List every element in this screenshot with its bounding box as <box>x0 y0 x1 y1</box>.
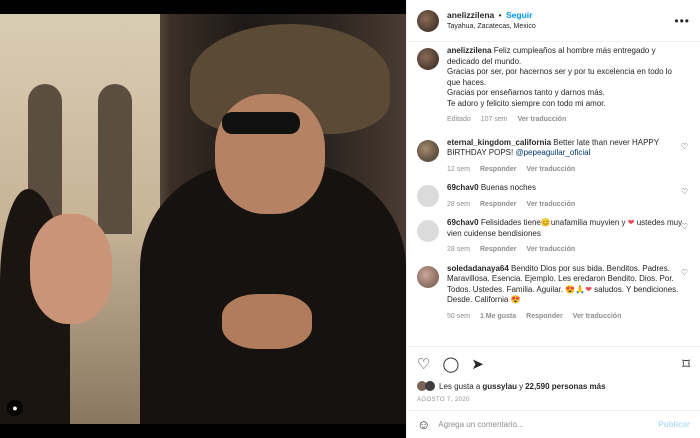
comment-time[interactable]: 12 sem <box>447 165 470 176</box>
like-icon[interactable]: ♡ <box>417 355 430 373</box>
smile-emoji-icon: 😊 <box>540 218 551 227</box>
avatar <box>425 381 435 391</box>
post-username[interactable]: anelizzilena <box>447 10 494 20</box>
comment-time[interactable]: 50 sem <box>447 312 470 323</box>
comment-time[interactable]: 28 sem <box>447 200 470 211</box>
heart-eyes-emoji-icon: 😍🙏 <box>565 284 586 294</box>
emoji-icon[interactable]: ☺ <box>417 417 430 432</box>
comment-username[interactable]: 69chav0 <box>447 218 479 227</box>
avatar[interactable] <box>417 9 439 32</box>
caption: anelizzilena Feliz cumpleaños al hombre … <box>417 46 690 126</box>
reply-button[interactable]: Responder <box>526 312 563 323</box>
red-heart-icon: ❤ <box>627 218 635 227</box>
list-item: eternal_kingdom_california Better late t… <box>417 138 690 176</box>
avatar[interactable] <box>417 220 439 242</box>
caption-line: Gracias por enseñarnos tanto y darnos má… <box>447 88 605 97</box>
reply-button[interactable]: Responder <box>480 165 517 176</box>
comment-input[interactable] <box>438 420 659 429</box>
comment-time[interactable]: 28 sem <box>447 245 470 256</box>
post-location[interactable]: Tayahua, Zacatecas, Mexico <box>447 21 536 33</box>
post-header: anelizzilena • Seguir Tayahua, Zacatecas… <box>407 0 700 42</box>
comment-mention[interactable]: @pepeaguilar_oficial <box>515 148 590 157</box>
avatar[interactable] <box>417 265 439 288</box>
avatar[interactable] <box>417 185 439 207</box>
post-date[interactable]: AGOSTO 7, 2020 <box>407 391 700 403</box>
avatar[interactable] <box>417 48 439 70</box>
list-item: soledadanaya64 Bendito Dios por sus bida… <box>417 264 690 323</box>
comment-username[interactable]: 69chav0 <box>447 183 479 192</box>
comments-list[interactable]: anelizzilena Feliz cumpleaños al hombre … <box>407 42 700 346</box>
list-item: 69chav0 Buenas noches 28 sem Responder V… <box>417 183 690 210</box>
translate-link[interactable]: Ver traducción <box>527 245 576 256</box>
reply-button[interactable]: Responder <box>480 200 517 211</box>
likes-user[interactable]: gussylau <box>482 382 517 391</box>
edited-label: Editado <box>447 116 471 123</box>
comment-icon[interactable]: ◯ <box>442 355 459 373</box>
user-tag-icon[interactable]: ● <box>7 400 23 416</box>
comment-username[interactable]: soledadanaya64 <box>447 264 509 273</box>
likes-count[interactable]: 1 Me gusta <box>480 312 516 323</box>
post-side-panel: anelizzilena • Seguir Tayahua, Zacatecas… <box>406 0 700 438</box>
translate-link[interactable]: Ver traducción <box>518 115 567 126</box>
comment-text: Felisidades tiene <box>480 218 541 227</box>
list-item: 69chav0 Felisidades tiene😊unafamilia muy… <box>417 218 690 256</box>
heart-icon[interactable]: ♡ <box>681 142 688 151</box>
translate-link[interactable]: Ver traducción <box>527 165 576 176</box>
heart-icon[interactable]: ♡ <box>681 222 688 231</box>
heart-icon[interactable]: ♡ <box>681 187 688 196</box>
more-icon[interactable]: ••• <box>674 14 690 28</box>
heart-icon[interactable]: ♡ <box>681 268 688 277</box>
avatar[interactable] <box>417 139 439 162</box>
follow-button[interactable]: Seguir <box>506 10 532 20</box>
red-heart-icon: ❤ <box>585 284 592 294</box>
likes-count[interactable]: 22,590 personas más <box>525 382 606 391</box>
add-comment-bar: ☺ Publicar <box>407 410 700 438</box>
comment-username[interactable]: eternal_kingdom_california <box>447 138 551 147</box>
caption-username[interactable]: anelizzilena <box>447 46 491 55</box>
reply-button[interactable]: Responder <box>480 245 517 256</box>
comment-text: Buenas noches <box>480 183 536 192</box>
post-footer: ♡ ◯ ➤ ⌑ Les gusta a gussylau y 22,590 pe… <box>407 346 700 438</box>
save-icon[interactable]: ⌑ <box>682 355 690 373</box>
post-photo[interactable]: ● <box>0 0 406 438</box>
likes-prefix: Les gusta a <box>439 381 481 391</box>
action-bar: ♡ ◯ ➤ ⌑ <box>407 347 700 381</box>
heart-eyes-emoji-icon: 😍 <box>510 295 521 304</box>
comment-text: unafamilia muyvien y <box>550 218 626 227</box>
share-icon[interactable]: ➤ <box>471 355 484 373</box>
caption-line: Gracias por ser, por hacernos ser y por … <box>447 67 673 87</box>
caption-line: Te adoro y felicito siempre con todo mi … <box>447 98 606 108</box>
caption-time[interactable]: 107 sem <box>481 115 508 126</box>
translate-link[interactable]: Ver traducción <box>573 312 622 323</box>
translate-link[interactable]: Ver traducción <box>527 200 576 211</box>
photo-image <box>0 14 406 424</box>
publish-button[interactable]: Publicar <box>658 420 690 429</box>
likes-summary: Les gusta a gussylau y 22,590 personas m… <box>407 381 700 391</box>
